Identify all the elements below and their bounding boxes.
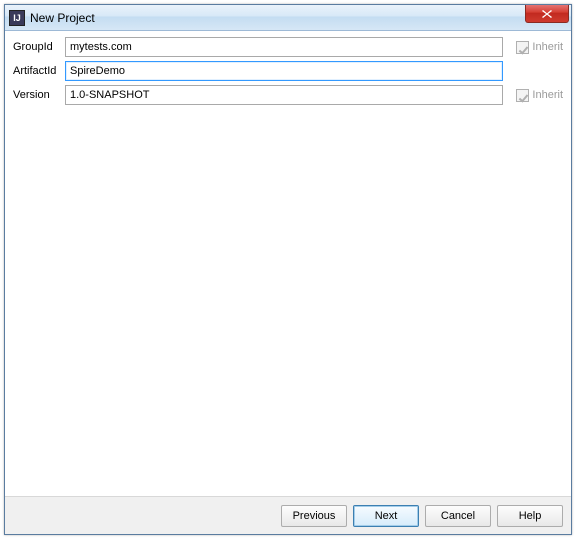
inherit-label: Inherit	[532, 89, 563, 101]
titlebar[interactable]: IJ New Project	[5, 5, 571, 31]
help-button[interactable]: Help	[497, 505, 563, 527]
input-version[interactable]	[65, 85, 503, 105]
row-artifactid: ArtifactId Inherit	[13, 61, 563, 81]
row-version: Version Inherit	[13, 85, 563, 105]
close-icon	[542, 10, 552, 18]
input-artifactid[interactable]	[65, 61, 503, 81]
close-button[interactable]	[525, 5, 569, 23]
inherit-version[interactable]: Inherit	[509, 89, 563, 102]
label-artifactid: ArtifactId	[13, 65, 59, 77]
checkbox-icon	[516, 41, 529, 54]
row-groupid: GroupId Inherit	[13, 37, 563, 57]
inherit-label: Inherit	[532, 41, 563, 53]
next-button[interactable]: Next	[353, 505, 419, 527]
button-bar: Previous Next Cancel Help	[5, 496, 571, 534]
app-icon: IJ	[9, 10, 25, 26]
inherit-groupid[interactable]: Inherit	[509, 41, 563, 54]
label-groupid: GroupId	[13, 41, 59, 53]
label-version: Version	[13, 89, 59, 101]
cancel-button[interactable]: Cancel	[425, 505, 491, 527]
form-area: GroupId Inherit ArtifactId Inherit Versi…	[5, 31, 571, 496]
checkbox-icon	[516, 89, 529, 102]
dialog-window: IJ New Project GroupId Inherit ArtifactI…	[4, 4, 572, 535]
input-groupid[interactable]	[65, 37, 503, 57]
window-title: New Project	[30, 11, 95, 25]
previous-button[interactable]: Previous	[281, 505, 347, 527]
